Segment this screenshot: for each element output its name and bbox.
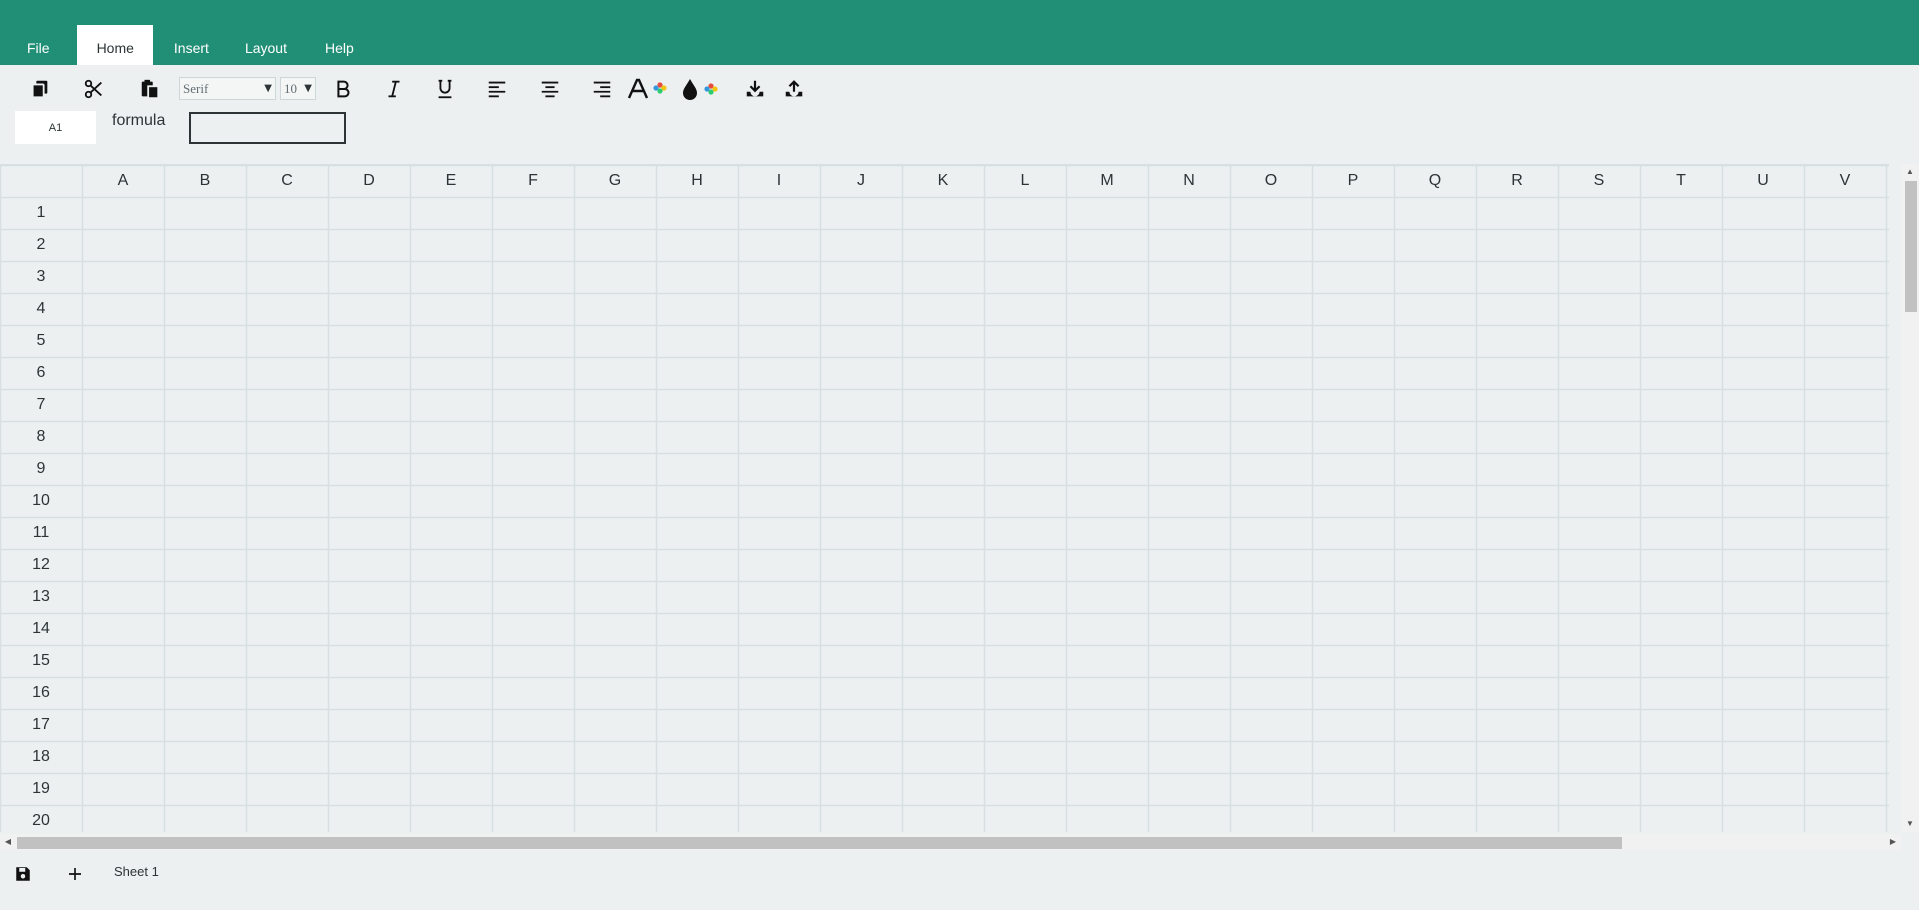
column-header[interactable]: V xyxy=(1804,165,1886,197)
column-header[interactable]: G xyxy=(574,165,656,197)
row-header[interactable]: 8 xyxy=(0,421,82,453)
row-header[interactable]: 16 xyxy=(0,677,82,709)
column-header[interactable]: T xyxy=(1640,165,1722,197)
scroll-up-icon[interactable]: ▲ xyxy=(1905,167,1915,177)
scroll-right-icon[interactable]: ▶ xyxy=(1888,837,1898,847)
scroll-down-icon[interactable]: ▼ xyxy=(1905,819,1915,829)
column-header[interactable]: I xyxy=(738,165,820,197)
row-header[interactable]: 11 xyxy=(0,517,82,549)
horizontal-scrollbar[interactable]: ◀ ▶ xyxy=(0,834,1901,850)
formula-input[interactable] xyxy=(189,112,346,144)
row-header[interactable]: 14 xyxy=(0,613,82,645)
row-header[interactable]: 3 xyxy=(0,261,82,293)
row-header[interactable]: 18 xyxy=(0,741,82,773)
row-header[interactable]: 10 xyxy=(0,485,82,517)
toolbar: Serif ▼ 10 ▼ xyxy=(0,65,1919,111)
font-color-icon[interactable] xyxy=(627,75,673,103)
column-header[interactable]: N xyxy=(1148,165,1230,197)
row-header[interactable]: 17 xyxy=(0,709,82,741)
row-header[interactable]: 19 xyxy=(0,773,82,805)
row-header[interactable]: 1 xyxy=(0,197,82,229)
align-right-icon[interactable] xyxy=(588,75,616,103)
app-header: File Home Insert Layout Help xyxy=(0,0,1919,65)
column-header[interactable]: K xyxy=(902,165,984,197)
column-header[interactable]: C xyxy=(246,165,328,197)
column-header[interactable]: P xyxy=(1312,165,1394,197)
cut-icon[interactable] xyxy=(80,75,108,103)
add-sheet-icon[interactable] xyxy=(63,862,87,886)
menu-file[interactable]: File xyxy=(0,25,74,65)
spreadsheet-grid[interactable]: A B C D E F G H I J K L M N O P Q R S T U V 1 2 3 4 5 6 7 8 9 10 11 12 13 1… xyxy=(0,164,1889,832)
underline-icon[interactable] xyxy=(431,75,459,103)
row-header[interactable]: 20 xyxy=(0,805,82,832)
vertical-scroll-thumb[interactable] xyxy=(1905,181,1917,312)
column-header[interactable]: R xyxy=(1476,165,1558,197)
column-header[interactable]: F xyxy=(492,165,574,197)
row-header[interactable]: 2 xyxy=(0,229,82,261)
chevron-down-icon: ▼ xyxy=(304,83,312,94)
column-header[interactable]: H xyxy=(656,165,738,197)
row-header[interactable]: 9 xyxy=(0,453,82,485)
font-family-select[interactable]: Serif ▼ xyxy=(179,77,276,100)
row-header[interactable]: 7 xyxy=(0,389,82,421)
font-family-value: Serif xyxy=(183,80,209,96)
column-header[interactable]: O xyxy=(1230,165,1312,197)
formula-label: formula xyxy=(112,112,166,129)
scroll-left-icon[interactable]: ◀ xyxy=(3,837,13,847)
menu-help[interactable]: Help xyxy=(306,25,373,65)
column-header[interactable]: S xyxy=(1558,165,1640,197)
horizontal-scroll-thumb[interactable] xyxy=(17,837,1622,849)
column-header[interactable]: E xyxy=(410,165,492,197)
row-header[interactable]: 4 xyxy=(0,293,82,325)
column-header[interactable]: M xyxy=(1066,165,1148,197)
menu-layout[interactable]: Layout xyxy=(226,25,306,65)
column-header[interactable]: U xyxy=(1722,165,1804,197)
column-header[interactable]: L xyxy=(984,165,1066,197)
vertical-scrollbar[interactable]: ▲ ▼ xyxy=(1901,164,1919,832)
align-center-icon[interactable] xyxy=(536,75,564,103)
download-icon[interactable] xyxy=(741,75,769,103)
column-header[interactable]: D xyxy=(328,165,410,197)
menu-insert[interactable]: Insert xyxy=(157,25,226,65)
column-header[interactable]: A xyxy=(82,165,164,197)
paste-icon[interactable] xyxy=(136,75,164,103)
column-header[interactable]: Q xyxy=(1394,165,1476,197)
save-icon[interactable] xyxy=(11,862,35,886)
italic-icon[interactable] xyxy=(380,75,408,103)
chevron-down-icon: ▼ xyxy=(264,83,272,94)
sheet-footer: Sheet 1 xyxy=(0,850,1919,910)
column-header[interactable]: J xyxy=(820,165,902,197)
cell-reference: A1 xyxy=(15,111,96,144)
copy-icon[interactable] xyxy=(26,75,54,103)
row-header[interactable]: 15 xyxy=(0,645,82,677)
font-size-select[interactable]: 10 ▼ xyxy=(280,77,316,100)
row-header[interactable]: 6 xyxy=(0,357,82,389)
row-header[interactable]: 5 xyxy=(0,325,82,357)
row-header[interactable]: 13 xyxy=(0,581,82,613)
bold-icon[interactable] xyxy=(329,75,357,103)
font-size-value: 10 xyxy=(284,80,297,96)
sheet-tab[interactable]: Sheet 1 xyxy=(114,864,159,879)
column-header[interactable]: B xyxy=(164,165,246,197)
grid-lines xyxy=(0,165,1889,832)
fill-color-icon[interactable] xyxy=(680,75,726,103)
menu-bar: File Home Insert Layout Help xyxy=(0,0,373,65)
menu-home[interactable]: Home xyxy=(76,25,153,65)
align-left-icon[interactable] xyxy=(483,75,511,103)
upload-icon[interactable] xyxy=(780,75,808,103)
row-header[interactable]: 12 xyxy=(0,549,82,581)
